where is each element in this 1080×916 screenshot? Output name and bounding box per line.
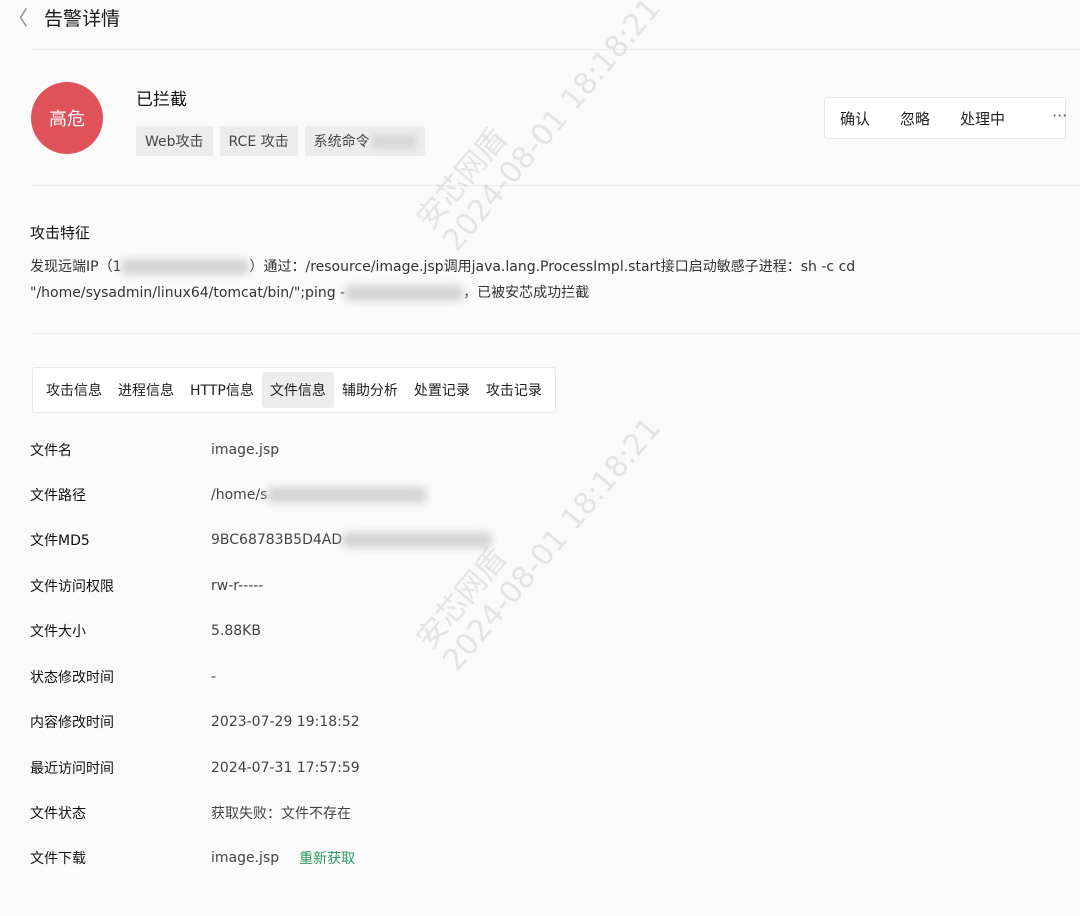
section-title-attack-features: 攻击特征 [30,224,91,242]
info-row-file-status: 文件状态 获取失败：文件不存在 [30,802,930,824]
tab-disposal-records[interactable]: 处置记录 [406,372,478,408]
header-divider [30,49,1080,50]
page-title: 告警详情 [44,8,121,30]
info-row-content-modify-time: 内容修改时间 2023-07-29 19:18:52 [30,711,930,733]
feature-description-line-1: 发现远端IP（1 ）通过：/resource/image.jsp调用java.la… [30,254,1030,280]
watermark-brand: 安芯网盾 [410,121,515,237]
tab-auxiliary-analysis[interactable]: 辅助分析 [334,372,406,408]
info-row-last-access-time: 最近访问时间 2024-07-31 17:57:59 [30,757,930,779]
feature-text: 发现远端IP（1 [30,259,122,275]
row-value: - [211,669,217,685]
info-row-file-path: 文件路径 /home/s [30,484,930,506]
row-value: 获取失败：文件不存在 [211,806,351,822]
watermark-brand: 安芯网盾 [410,541,515,657]
tag-web-attack: Web攻击 [136,126,213,156]
feature-description-line-2: "/home/sysadmin/linux64/tomcat/bin/";pin… [30,280,1030,306]
tag-list: Web攻击 RCE 攻击 系统命令 [136,126,425,156]
row-label: 内容修改时间 [30,715,114,731]
tab-http-info[interactable]: HTTP信息 [182,372,262,408]
row-label: 文件状态 [30,806,86,822]
row-label: 文件名 [30,443,72,459]
row-value: 2024-07-31 17:57:59 [211,760,360,776]
row-label: 状态修改时间 [30,670,114,686]
summary-divider [30,185,1080,186]
info-row-file-permission: 文件访问权限 rw-r----- [30,575,930,597]
row-value: 5.88KB [211,623,261,639]
detail-tabs: 攻击信息 进程信息 HTTP信息 文件信息 辅助分析 处置记录 攻击记录 [32,367,556,413]
back-icon[interactable]: 〈 [8,2,28,31]
redacted-blur [345,285,464,301]
row-label: 最近访问时间 [30,761,114,777]
row-label: 文件MD5 [30,533,90,549]
redacted-blur [342,532,493,548]
info-row-status-change-time: 状态修改时间 - [30,666,930,688]
row-value-text: 9BC68783B5D4AD [211,532,343,548]
feature-text: "/home/sysadmin/linux64/tomcat/bin/";pin… [30,285,346,301]
info-row-file-md5: 文件MD5 9BC68783B5D4AD [30,529,930,551]
row-value: /home/s [211,487,428,503]
row-value: 9BC68783B5D4AD [211,532,493,548]
feature-text: ，已被安芯成功拦截 [463,285,590,301]
feature-text: ）通过：/resource/image.jsp调用java.lang.Proce… [249,259,856,275]
risk-level-badge: 高危 [31,82,103,154]
row-label: 文件路径 [30,488,86,504]
watermark-timestamp: 2024-08-01 18:18:21 [436,0,668,258]
tab-process-info[interactable]: 进程信息 [110,372,182,408]
more-icon[interactable]: ··· [1052,106,1067,125]
row-value: rw-r----- [211,578,264,594]
row-value: 2023-07-29 19:18:52 [211,714,360,730]
action-bar: 确认 忽略 处理中 [824,97,1066,139]
handling-button[interactable]: 处理中 [945,108,1020,129]
risk-level-text: 高危 [49,109,85,130]
tag-system-command: 系统命令 [304,126,425,156]
tab-attack-records[interactable]: 攻击记录 [478,372,550,408]
row-label: 文件访问权限 [30,579,114,595]
tag-system-command-label: 系统命令 [313,134,370,150]
info-row-file-download: 文件下载 image.jsp 重新获取 [30,847,930,869]
tab-file-info[interactable]: 文件信息 [261,372,334,408]
redacted-blur [371,135,416,149]
redacted-blur [267,487,428,503]
row-label: 文件下载 [30,851,86,867]
alert-status: 已拦截 [136,90,187,110]
refetch-link[interactable]: 重新获取 [299,848,355,868]
row-value-text: /home/s [211,487,268,503]
features-divider [30,333,1080,334]
row-value: image.jsp [211,442,280,458]
row-value: image.jsp 重新获取 [211,848,355,868]
info-row-file-size: 文件大小 5.88KB [30,620,930,642]
info-row-file-name: 文件名 image.jsp [30,439,930,461]
confirm-button[interactable]: 确认 [825,108,885,129]
tag-rce-attack: RCE 攻击 [219,126,298,156]
redacted-blur [121,259,250,275]
tab-attack-info[interactable]: 攻击信息 [38,372,110,408]
row-label: 文件大小 [30,624,86,640]
watermark: 安芯网盾 2024-08-01 18:18:21 [410,0,668,258]
ignore-button[interactable]: 忽略 [885,108,945,129]
download-file-link[interactable]: image.jsp [211,850,279,866]
